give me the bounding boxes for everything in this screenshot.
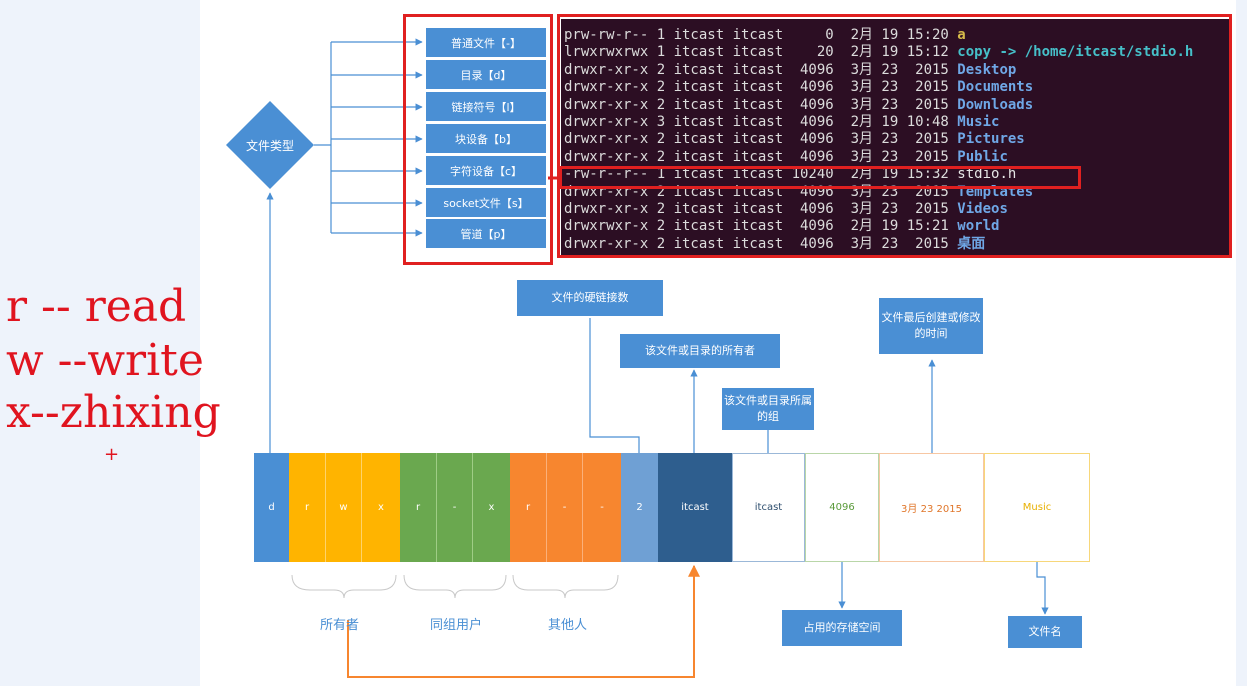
- bar-others-w: -: [547, 453, 583, 562]
- callout-size: 占用的存储空间: [782, 610, 902, 646]
- bar-group-w: -: [437, 453, 473, 562]
- callout-group: 该文件或目录所属的组: [722, 388, 814, 430]
- note-read: r -- read: [6, 281, 187, 332]
- callout-hard-links: 文件的硬链接数: [517, 280, 663, 316]
- callout-filename: 文件名: [1008, 616, 1082, 648]
- bar-group-r: r: [400, 453, 437, 562]
- bar-name: Music: [984, 453, 1090, 562]
- note-exec: x--zhixing: [6, 387, 221, 438]
- bar-links: 2: [621, 453, 658, 562]
- cursor-plus: +: [104, 444, 120, 465]
- bar-owner-r: r: [289, 453, 326, 562]
- bar-grp: itcast: [732, 453, 805, 562]
- stdio-line-highlight: [559, 166, 1081, 189]
- group-label-others: 其他人: [548, 618, 588, 633]
- callout-owner: 该文件或目录的所有者: [620, 334, 780, 368]
- bar-owner-x: x: [362, 453, 400, 562]
- group-label-group: 同组用户: [430, 618, 483, 633]
- note-write: w --write: [6, 335, 204, 386]
- bar-size: 4096: [805, 453, 879, 562]
- bar-type: d: [254, 453, 289, 562]
- file-type-label: 文件类型: [245, 138, 294, 153]
- bar-owner-w: w: [326, 453, 362, 562]
- type-list-highlight: [403, 14, 553, 265]
- bar-user: itcast: [658, 453, 732, 562]
- bar-others-r: r: [510, 453, 547, 562]
- bar-group-x: x: [473, 453, 510, 562]
- bar-others-x: -: [583, 453, 621, 562]
- group-label-owner: 所有者: [320, 618, 360, 633]
- terminal-highlight: [557, 14, 1232, 258]
- bar-date: 3月 23 2015: [879, 453, 984, 562]
- callout-mtime: 文件最后创建或修改的时间: [879, 298, 983, 354]
